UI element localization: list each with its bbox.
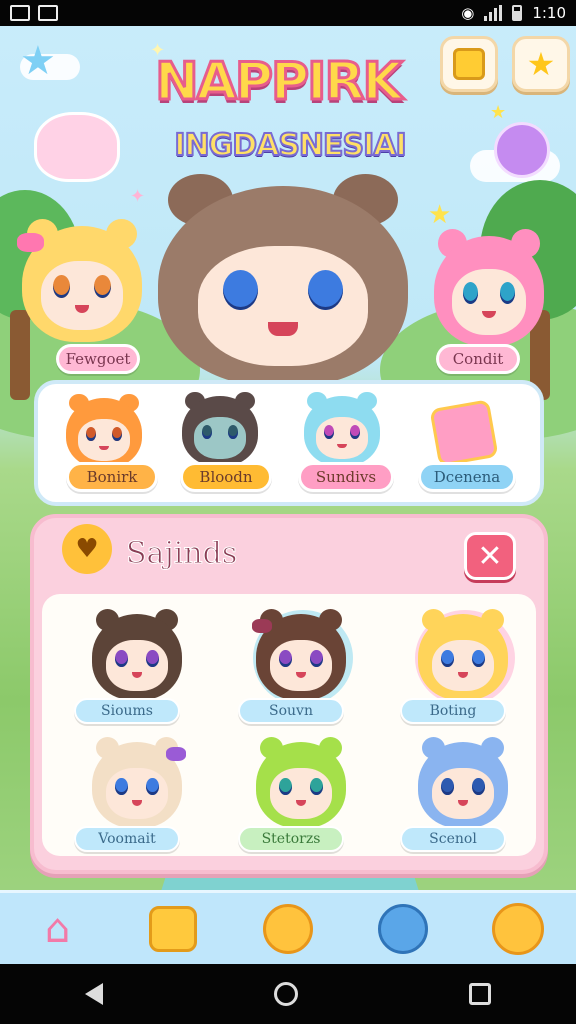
nav-home[interactable]: ⌂ bbox=[28, 900, 88, 958]
hero-character[interactable] bbox=[158, 174, 408, 386]
character-portrait bbox=[252, 608, 346, 700]
battery-icon bbox=[512, 5, 523, 21]
recents-icon[interactable] bbox=[468, 983, 491, 1005]
roster-character-2[interactable] bbox=[182, 391, 258, 466]
character-slot[interactable]: Scenol bbox=[380, 736, 530, 864]
status-bar: ◉ 1:10 bbox=[0, 0, 576, 26]
roster-tag-3[interactable]: Sundivs bbox=[298, 462, 394, 492]
sparkle-icon: ★ bbox=[490, 102, 507, 123]
character-portrait bbox=[92, 608, 182, 700]
system-nav-bar bbox=[0, 964, 576, 1024]
roster-tag-2[interactable]: Bloodn bbox=[180, 462, 272, 492]
signal-icon bbox=[484, 5, 503, 21]
sparkle-icon: ★ bbox=[428, 200, 452, 230]
pink-creature-icon bbox=[34, 112, 120, 182]
bottom-nav: ⌂ bbox=[0, 890, 576, 964]
back-icon[interactable] bbox=[85, 983, 104, 1005]
clock: 1:10 bbox=[532, 4, 566, 22]
scroll-icon bbox=[453, 48, 485, 80]
image-notification-icon bbox=[38, 5, 58, 21]
character-portrait bbox=[256, 736, 346, 828]
character-slot[interactable]: Souvn bbox=[218, 608, 368, 736]
game-subtitle: INGDASNESIAI bbox=[173, 127, 407, 164]
roster-tag-4[interactable]: Dcenena bbox=[418, 462, 516, 492]
character-name: Scenol bbox=[400, 826, 506, 852]
star-icon: ★ bbox=[526, 45, 556, 83]
dialog-title: Sajinds bbox=[125, 536, 238, 572]
roster-tag-1[interactable]: Bonirk bbox=[66, 462, 158, 492]
chick-icon bbox=[262, 903, 313, 954]
blue-creature-icon bbox=[378, 903, 429, 954]
character-portrait bbox=[418, 736, 508, 828]
star-decoration-icon: ★ bbox=[20, 38, 56, 84]
character-grid: Sioums Souvn Boting Voomait Stetorzs Sce… bbox=[42, 594, 536, 856]
chick-icon: ♥ bbox=[62, 524, 112, 574]
home-icon: ⌂ bbox=[44, 905, 71, 952]
character-name: Stetorzs bbox=[238, 826, 344, 852]
hero-tag-right[interactable]: Condit bbox=[436, 344, 520, 374]
hero-tag-left[interactable]: Fewgoet bbox=[56, 344, 140, 374]
character-slot[interactable]: Voomait bbox=[54, 736, 204, 864]
wifi-icon: ◉ bbox=[461, 4, 475, 22]
home-circle-icon[interactable] bbox=[273, 982, 298, 1006]
gift-bag-icon[interactable] bbox=[429, 399, 499, 467]
nav-chick[interactable] bbox=[258, 900, 318, 958]
nav-creature[interactable] bbox=[373, 900, 433, 958]
side-character-right[interactable] bbox=[434, 229, 544, 346]
game-title: NAPPIRK bbox=[154, 51, 405, 114]
character-slot[interactable]: Sioums bbox=[54, 608, 204, 736]
character-select-dialog: ♥ Sajinds ✕ Sioums Souvn Boting Voomait … bbox=[30, 514, 548, 874]
character-name: Voomait bbox=[74, 826, 180, 852]
character-name: Souvn bbox=[238, 698, 344, 724]
quest-button[interactable] bbox=[440, 36, 498, 92]
smile-icon bbox=[492, 902, 545, 955]
favorites-button[interactable]: ★ bbox=[512, 36, 570, 92]
nav-cat[interactable] bbox=[143, 900, 203, 958]
roster-character-1[interactable] bbox=[66, 393, 142, 468]
notification-icon bbox=[10, 5, 30, 21]
balloon-icon bbox=[494, 122, 550, 178]
roster-character-3[interactable] bbox=[304, 391, 380, 466]
cat-face-icon bbox=[148, 905, 197, 952]
close-icon: ✕ bbox=[477, 538, 503, 574]
close-button[interactable]: ✕ bbox=[464, 532, 516, 580]
character-portrait bbox=[418, 608, 508, 700]
side-character-left[interactable] bbox=[17, 219, 142, 342]
sparkle-icon: ✦ bbox=[130, 186, 146, 207]
character-name: Boting bbox=[400, 698, 506, 724]
character-slot[interactable]: Stetorzs bbox=[218, 736, 368, 864]
character-name: Sioums bbox=[74, 698, 180, 724]
nav-smile[interactable] bbox=[488, 900, 548, 958]
character-portrait bbox=[92, 736, 186, 828]
character-slot[interactable]: Boting bbox=[380, 608, 530, 736]
game-screen: ◉ 1:10 ✦ ★ ★ ✦ ★ NAPPIRK INGDASNESIAI ★ bbox=[0, 0, 576, 1024]
